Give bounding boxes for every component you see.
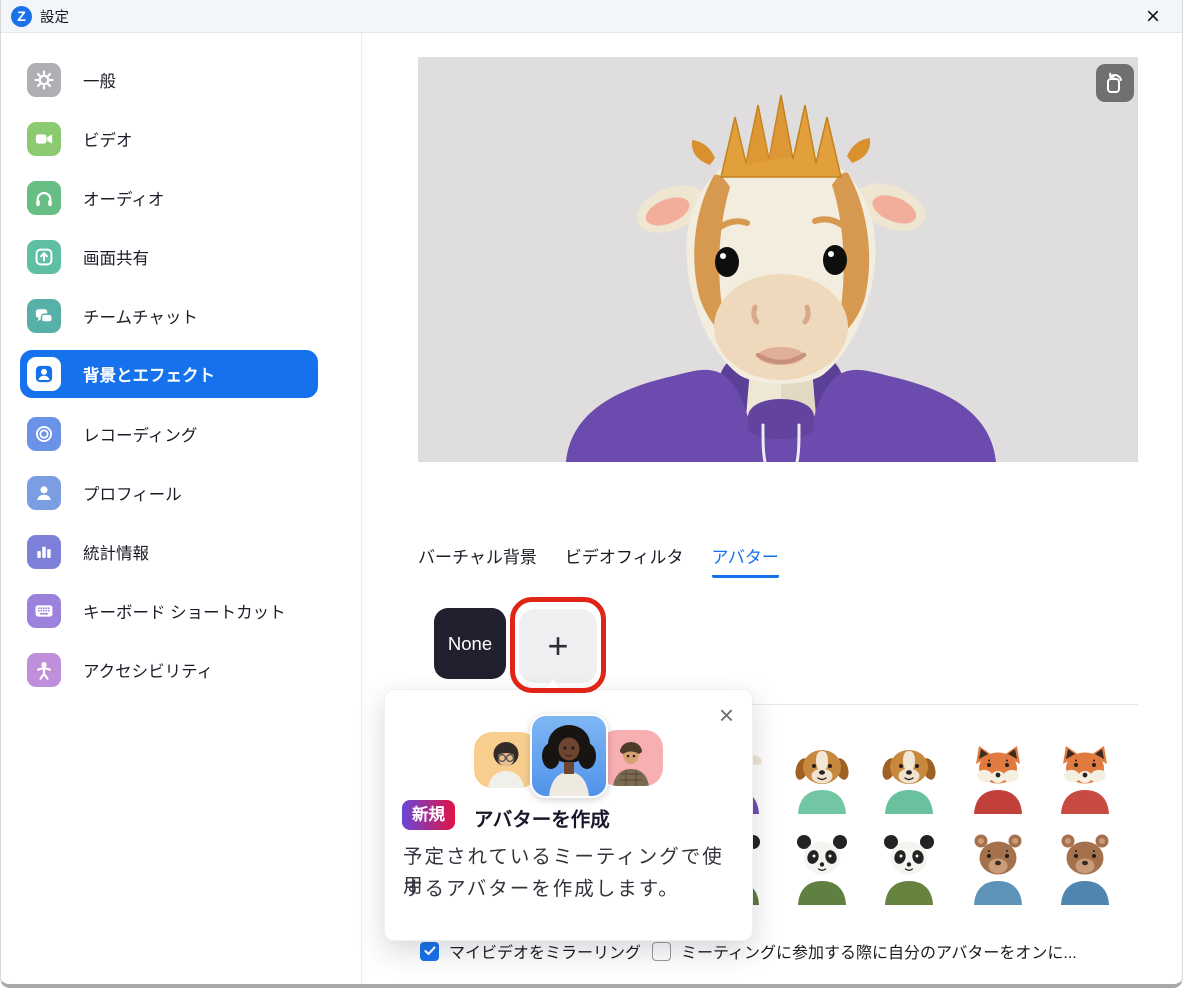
zoom-logo-icon: Z	[11, 6, 32, 27]
popup-title: アバターを作成	[474, 803, 610, 832]
avatar-option-bear-shirt[interactable]	[1050, 827, 1120, 905]
avatar-on-join-option: ミーティングに参加する際に自分のアバターをオンに...	[652, 939, 1077, 963]
sidebar-item-video[interactable]: ビデオ	[20, 115, 318, 163]
sidebar-item-label: 画面共有	[83, 245, 149, 269]
avatar-option-panda-hoodie[interactable]	[787, 827, 857, 905]
new-badge: 新規	[402, 800, 455, 830]
avatar-none-button[interactable]: None	[434, 608, 506, 679]
tab-virtual-background[interactable]: バーチャル背景	[418, 543, 537, 578]
avatar-option-fox-hoodie[interactable]	[963, 736, 1033, 814]
settings-sidebar: 一般 ビデオ オーディオ 画面共有 チームチャット	[1, 33, 362, 984]
gear-icon	[27, 63, 61, 97]
sidebar-item-label: キーボード ショートカット	[83, 599, 286, 623]
stats-icon	[27, 535, 61, 569]
avatar-option-panda-shirt[interactable]	[874, 827, 944, 905]
sample-avatar-left	[474, 732, 538, 788]
rotate-device-icon	[1103, 71, 1127, 95]
plus-icon: +	[547, 625, 568, 666]
sample-avatar-right	[599, 730, 663, 786]
sidebar-item-profile[interactable]: プロフィール	[20, 469, 318, 517]
avatar-option-dog-shirt[interactable]	[874, 736, 944, 814]
avatar-option-dog-hoodie[interactable]	[787, 736, 857, 814]
check-icon	[424, 946, 436, 956]
sidebar-item-keyboard-shortcuts[interactable]: キーボード ショートカット	[20, 587, 318, 635]
chat-icon	[27, 299, 61, 333]
sidebar-item-label: レコーディング	[83, 422, 197, 446]
tab-video-filter[interactable]: ビデオフィルタ	[565, 543, 684, 578]
sidebar-item-background-effects[interactable]: 背景とエフェクト	[20, 350, 318, 398]
effects-tabs: バーチャル背景 ビデオフィルタ アバター	[418, 543, 779, 578]
sidebar-item-label: 一般	[83, 68, 116, 92]
sidebar-item-label: 背景とエフェクト	[83, 362, 215, 386]
profile-icon	[27, 476, 61, 510]
settings-window: Z 設定 × 一般 ビデオ オーディオ 画面共有	[0, 0, 1183, 988]
keyboard-icon	[27, 594, 61, 628]
sidebar-item-statistics[interactable]: 統計情報	[20, 528, 318, 576]
sample-avatar-center	[530, 714, 608, 798]
title-bar: Z 設定 ×	[1, 0, 1182, 33]
window-close-button[interactable]: ×	[1136, 0, 1170, 33]
mirror-video-label: マイビデオをミラーリング	[449, 939, 641, 963]
add-avatar-button[interactable]: +	[519, 609, 597, 683]
headphones-icon	[27, 181, 61, 215]
tab-avatar[interactable]: アバター	[712, 543, 779, 578]
window-title: 設定	[40, 6, 69, 27]
sidebar-item-label: オーディオ	[83, 186, 164, 210]
sidebar-item-label: チームチャット	[83, 304, 198, 328]
cow-avatar-preview	[418, 57, 1138, 462]
avatar-on-join-checkbox[interactable]	[652, 942, 671, 961]
sidebar-item-accessibility[interactable]: アクセシビリティ	[20, 646, 318, 694]
video-preview	[418, 57, 1138, 462]
background-effects-icon	[27, 357, 61, 391]
rotate-avatar-button[interactable]	[1096, 64, 1134, 102]
sidebar-item-team-chat[interactable]: チームチャット	[20, 292, 318, 340]
sidebar-item-label: アクセシビリティ	[83, 658, 213, 682]
sidebar-item-recording[interactable]: レコーディング	[20, 410, 318, 458]
sidebar-item-label: プロフィール	[83, 481, 182, 505]
mirror-video-option: マイビデオをミラーリング	[420, 939, 641, 963]
create-avatar-popup: ×	[384, 689, 753, 941]
main-content: バーチャル背景 ビデオフィルタ アバター None +	[362, 33, 1182, 984]
popup-description-line2: するアバターを作成します。	[403, 872, 739, 901]
popup-close-button[interactable]: ×	[719, 702, 734, 728]
avatar-option-fox-shirt[interactable]	[1050, 736, 1120, 814]
video-camera-icon	[27, 122, 61, 156]
record-icon	[27, 417, 61, 451]
avatar-on-join-label: ミーティングに参加する際に自分のアバターをオンに...	[681, 939, 1077, 963]
sidebar-item-label: 統計情報	[83, 540, 149, 564]
sidebar-item-screen-share[interactable]: 画面共有	[20, 233, 318, 281]
screen-share-icon	[27, 240, 61, 274]
sidebar-item-label: ビデオ	[83, 127, 133, 151]
accessibility-icon	[27, 653, 61, 687]
mirror-video-checkbox[interactable]	[420, 942, 439, 961]
sidebar-item-audio[interactable]: オーディオ	[20, 174, 318, 222]
sidebar-item-general[interactable]: 一般	[20, 56, 318, 104]
avatar-option-bear-hoodie[interactable]	[963, 827, 1033, 905]
